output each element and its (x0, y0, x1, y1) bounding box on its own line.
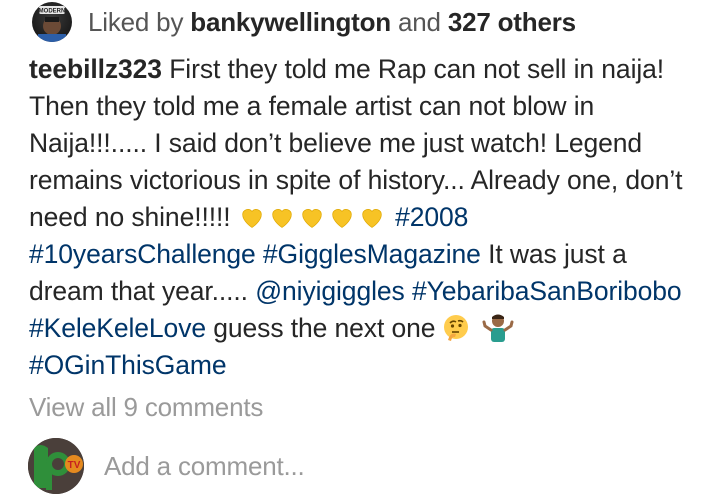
likes-summary[interactable]: Liked by bankywellington and 327 others (88, 7, 576, 38)
post-caption: teebillz323 First they told me Rap can n… (29, 51, 699, 384)
hashtag-gigglesmagazine[interactable]: #GigglesMagazine (263, 239, 481, 269)
add-comment-input[interactable]: Add a comment... (104, 451, 305, 482)
liker-username[interactable]: bankywellington (190, 7, 391, 37)
person-shrugging-icon (482, 314, 514, 342)
hashtag-yebaribasanboribobo[interactable]: #YebaribaSanBoribobo (412, 276, 682, 306)
avatar-badge-tv: TV (68, 460, 81, 471)
likes-row[interactable]: MODERN Liked by bankywellington and 327 … (32, 2, 576, 42)
likes-count[interactable]: 327 others (448, 7, 576, 37)
avatar-badge-text: MODERN (39, 9, 66, 15)
liked-by-prefix: Liked by (88, 6, 184, 37)
yellow-heart-icon (272, 209, 292, 228)
liker-avatar[interactable]: MODERN (32, 2, 72, 42)
caption-text-part3: guess the next one (213, 313, 436, 343)
yellow-heart-icon (302, 209, 322, 228)
hashtag-oginthisgame[interactable]: #OGinThisGame (29, 350, 227, 380)
caption-username[interactable]: teebillz323 (29, 54, 162, 84)
mention-niyigiggles[interactable]: @niyigiggles (255, 276, 405, 306)
hashtag-kelekelelove[interactable]: #KeleKeleLove (29, 313, 206, 343)
yellow-heart-emojis (238, 202, 388, 232)
yellow-heart-icon (242, 209, 262, 228)
add-comment-row[interactable]: TV Add a comment... (28, 438, 305, 494)
view-all-comments-link[interactable]: View all 9 comments (29, 392, 263, 423)
yellow-heart-icon (362, 209, 382, 228)
hashtag-2008[interactable]: #2008 (395, 202, 468, 232)
likes-connector: and (398, 6, 441, 37)
hashtag-10yearschallenge[interactable]: #10yearsChallenge (29, 239, 256, 269)
thinking-face-icon (444, 315, 469, 341)
current-user-avatar: TV (28, 438, 84, 494)
yellow-heart-icon (332, 209, 352, 228)
